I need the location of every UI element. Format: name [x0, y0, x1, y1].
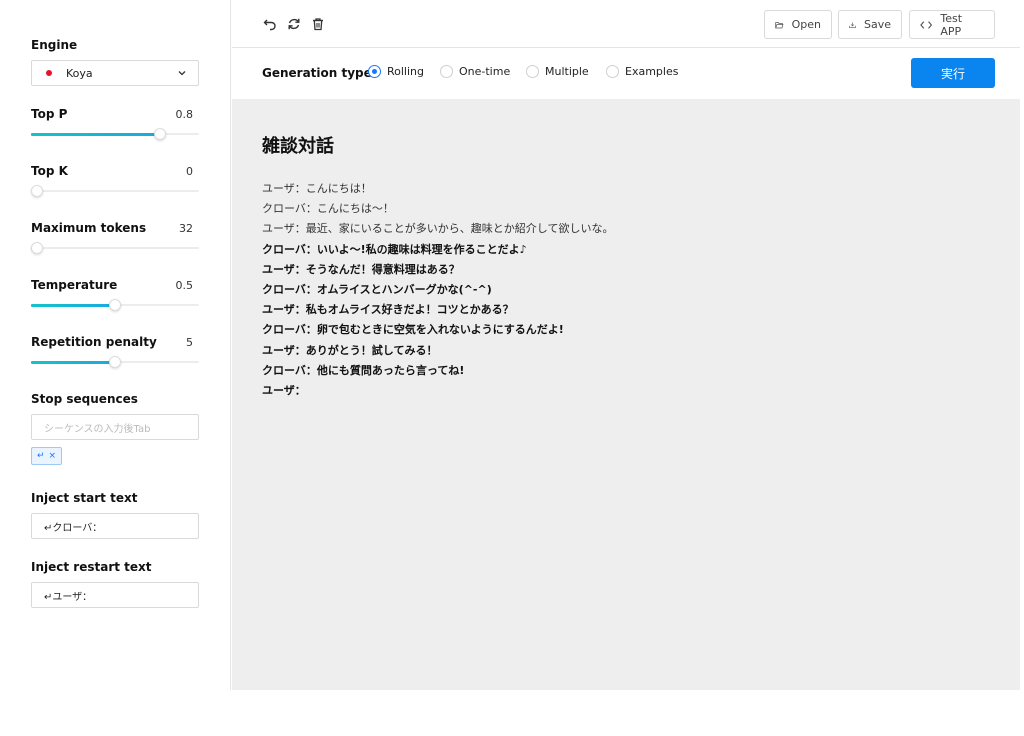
generation-type-label: Generation type: [262, 66, 372, 80]
radio-rolling[interactable]: Rolling: [368, 65, 424, 78]
generated-line: ユーザ：ありがとう！試してみる！: [262, 343, 438, 357]
editor-area[interactable]: 雑談対話 ユーザ：こんにちは！ クローバ：こんにちは～！ ユーザ：最近、家にいる…: [232, 99, 1020, 690]
top-p-label: Top P: [31, 107, 68, 121]
dialog-text[interactable]: ユーザ：こんにちは！ クローバ：こんにちは～！ ユーザ：最近、家にいることが多い…: [262, 179, 1002, 401]
test-app-label: Test APP: [940, 11, 963, 38]
radio-label: One-time: [459, 65, 511, 78]
slider-handle[interactable]: [31, 242, 43, 254]
engine-status-dot: [46, 70, 52, 76]
open-label: Open: [791, 18, 821, 31]
slider-handle[interactable]: [154, 128, 167, 140]
stop-sequences-label: Stop sequences: [31, 392, 138, 406]
inject-restart-input[interactable]: ↵ユーザ：: [31, 582, 199, 608]
stop-sequence-tag[interactable]: ↵ ×: [31, 447, 63, 465]
dialog-line: ユーザ：こんにちは！: [262, 182, 372, 195]
generated-line: クローバ：卵で包むときに空気を入れないようにするんだよ!: [262, 323, 564, 337]
max-tokens-label: Maximum tokens: [31, 221, 147, 235]
generation-bar: Generation type Rolling One-time Multipl…: [232, 49, 1020, 99]
repetition-penalty-slider[interactable]: [31, 356, 199, 368]
radio-circle[interactable]: [440, 65, 453, 78]
radio-multiple[interactable]: Multiple: [526, 65, 589, 78]
max-tokens-value: 32: [179, 222, 193, 235]
generated-line: ユーザ：: [262, 383, 306, 397]
generated-line: クローバ：他にも質問あったら言ってね!: [262, 363, 465, 377]
save-button[interactable]: Save: [838, 10, 902, 39]
run-button[interactable]: 実行: [911, 58, 995, 88]
slider-handle[interactable]: [31, 185, 43, 197]
radio-label: Examples: [625, 65, 679, 78]
generated-line: クローバ：オムライスとハンバーグかな(^-^): [262, 282, 492, 296]
slider-handle[interactable]: [109, 356, 121, 368]
repetition-penalty-label: Repetition penalty: [31, 335, 157, 349]
open-button[interactable]: Open: [764, 10, 832, 39]
top-k-label: Top K: [31, 164, 68, 178]
engine-value: Koya: [66, 66, 93, 80]
undo-icon[interactable]: [262, 16, 278, 32]
document-title: 雑談対話: [262, 136, 334, 157]
trash-icon[interactable]: [310, 16, 326, 32]
engine-select[interactable]: Koya: [31, 60, 199, 86]
generated-line: クローバ：いいよ～!私の趣味は料理を作ることだよ♪: [262, 242, 527, 256]
top-toolbar: Open Save Test APP: [232, 0, 1020, 48]
settings-sidebar: Engine Koya Top P 0.8 Top K 0 Maximum to…: [0, 0, 231, 690]
top-k-slider[interactable]: [31, 185, 199, 197]
folder-open-icon: [775, 21, 784, 28]
radio-label: Multiple: [545, 65, 589, 78]
download-icon: [849, 21, 856, 28]
radio-one-time[interactable]: One-time: [440, 65, 510, 78]
top-k-value: 0: [186, 165, 193, 178]
test-app-button[interactable]: Test APP: [909, 10, 995, 39]
save-label: Save: [863, 18, 891, 31]
generated-line: ユーザ：そうなんだ！得意料理はある？: [262, 262, 460, 276]
radio-label: Rolling: [387, 65, 425, 78]
max-tokens-slider[interactable]: [31, 242, 199, 254]
top-p-value: 0.8: [175, 108, 194, 121]
radio-circle[interactable]: [368, 65, 381, 78]
inject-restart-label: Inject restart text: [31, 560, 152, 574]
inject-start-label: Inject start text: [31, 491, 138, 505]
return-symbol: ↵: [37, 451, 45, 461]
generated-line: ユーザ：私もオムライス好きだよ！コツとかある？: [262, 303, 514, 317]
slider-handle[interactable]: [109, 299, 121, 311]
temperature-label: Temperature: [31, 278, 118, 292]
temperature-value: 0.5: [175, 279, 194, 292]
chevron-down-icon: [178, 71, 186, 76]
inject-start-input[interactable]: ↵クローバ：: [31, 513, 199, 539]
engine-label: Engine: [31, 38, 78, 52]
radio-examples[interactable]: Examples: [606, 65, 678, 78]
tag-close-icon[interactable]: ×: [49, 451, 57, 461]
temperature-slider[interactable]: [31, 299, 199, 311]
dialog-line: クローバ：こんにちは～！: [262, 202, 394, 216]
code-icon: [920, 20, 933, 29]
radio-circle[interactable]: [606, 65, 619, 78]
top-p-slider[interactable]: [31, 128, 199, 140]
dialog-line: ユーザ：最近、家にいることが多いから、趣味とか紹介して欲しいな。: [262, 222, 614, 236]
stop-sequences-input[interactable]: シーケンスの入力後Tab: [31, 414, 199, 440]
repetition-penalty-value: 5: [186, 336, 193, 349]
refresh-icon[interactable]: [286, 16, 302, 32]
radio-circle[interactable]: [526, 65, 539, 78]
